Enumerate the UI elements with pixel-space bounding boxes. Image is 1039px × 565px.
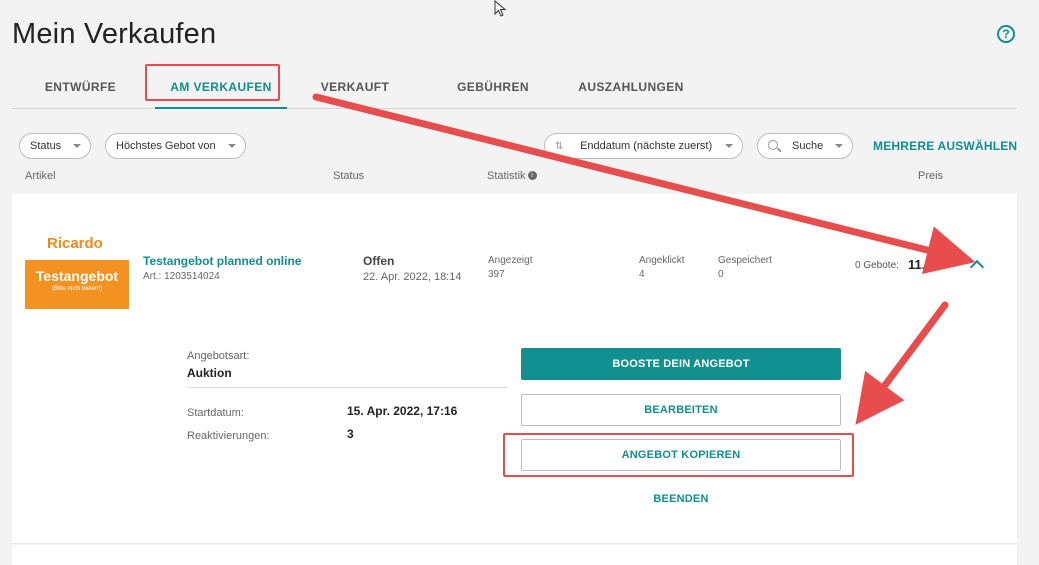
stat-value-clicked: 4 [639,269,645,280]
collapse-chevron-icon[interactable] [969,259,985,275]
stat-value-saved: 0 [718,269,724,280]
search-icon [768,140,778,150]
highest-bid-filter-label: Höchstes Gebot von [116,140,216,152]
listing-status: Offen [363,254,395,268]
highest-bid-filter[interactable]: Höchstes Gebot von [105,133,246,159]
start-date-label: Startdatum: [187,407,244,419]
column-header-article: Artikel [25,170,56,182]
start-date-value: 15. Apr. 2022, 17:16 [347,404,458,418]
thumbnail-subtitle: (Bitte nicht bieten!) [51,286,103,292]
page-title: Mein Verkaufen [12,18,217,50]
chevron-down-icon [725,144,733,148]
tab-auszahlungen[interactable]: AUSZAHLUNGEN [572,72,690,109]
highlight-tab-box [145,64,280,101]
chevron-down-icon [835,144,843,148]
status-filter-label: Status [30,140,62,152]
tab-entwuerfe[interactable]: ENTWÜRFE [28,72,133,109]
listing-status-date: 22. Apr. 2022, 18:14 [363,271,462,283]
listing-card: Ricardo Testangebot (Bitte nicht bieten!… [12,194,1017,544]
listing-thumbnail[interactable]: Testangebot (Bitte nicht bieten!) [25,260,129,309]
next-listing-card [12,545,1017,565]
details-divider [187,387,508,388]
article-number: Art.: 1203514024 [143,271,220,282]
column-header-stats-label: Statistik [487,170,526,182]
bids-count: 0 Gebote: [855,260,899,271]
status-filter[interactable]: Status [19,133,91,159]
reactivations-value: 3 [347,427,354,441]
tab-verkauft[interactable]: VERKAUFT [308,72,402,109]
tab-gebuehren[interactable]: GEBÜHREN [442,72,544,109]
offer-type-value: Auktion [187,366,232,380]
column-header-price: Preis [918,170,944,182]
boost-button[interactable]: BOOSTE DEIN ANGEBOT [521,348,841,380]
stat-label-viewed: Angezeigt [488,255,533,266]
end-button[interactable]: BEENDEN [521,484,841,516]
edit-button[interactable]: BEARBEITEN [521,394,841,426]
stat-label-clicked: Angeklickt [639,255,685,266]
sort-icon: ⇅ [555,141,564,152]
offer-type-label: Angebotsart: [187,350,250,362]
brand-logo: Ricardo [47,235,103,252]
cursor-icon [494,0,507,17]
column-header-status: Status [333,170,365,182]
sort-select-label: Enddatum (nächste zuerst) [580,140,713,152]
chevron-down-icon [228,144,236,148]
price-value: 11.0 [908,257,933,272]
search-select[interactable]: Suche [757,133,853,159]
stat-label-saved: Gespeichert [718,255,772,266]
chevron-down-icon [73,144,81,148]
multi-select-link[interactable]: MEHRERE AUSWÄHLEN [873,139,1017,153]
search-select-label: Suche [792,140,824,152]
sort-select[interactable]: ⇅ Enddatum (nächste zuerst) [544,133,743,159]
column-header-stats: Statistik i [487,170,537,182]
help-icon[interactable]: ? [997,25,1015,43]
reactivations-label: Reaktivierungen: [187,430,270,442]
stat-value-viewed: 397 [488,269,505,280]
info-icon[interactable]: i [527,171,537,180]
thumbnail-title: Testangebot [35,268,119,284]
listing-title[interactable]: Testangebot planned online [143,254,301,268]
highlight-copy-box [503,433,854,477]
